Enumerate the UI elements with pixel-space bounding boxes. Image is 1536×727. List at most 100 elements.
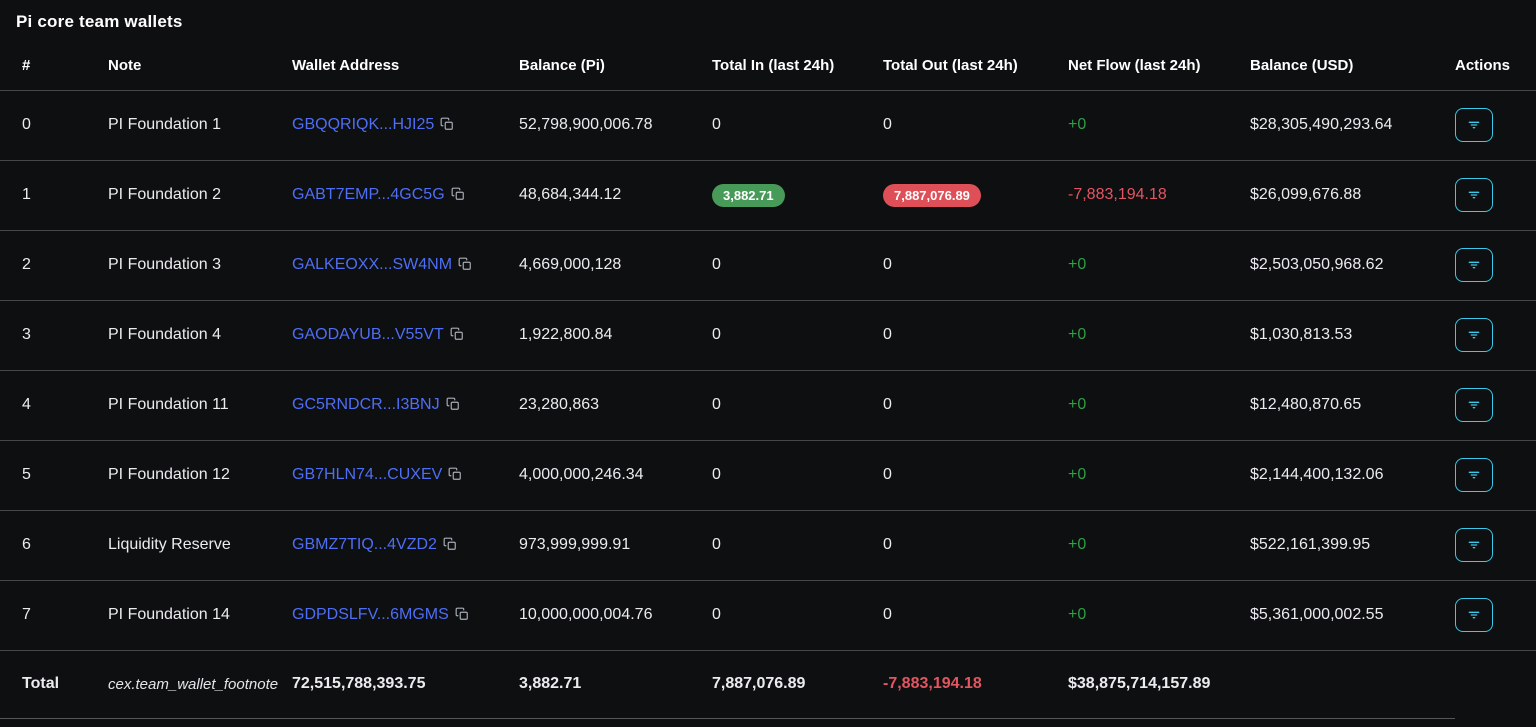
wallet-note: PI Foundation 12	[108, 440, 292, 510]
total-row: Total cex.team_wallet_footnote 72,515,78…	[0, 650, 1536, 718]
wallet-address-cell: GBQQRIQK...HJI25	[292, 90, 519, 160]
copy-icon[interactable]	[448, 467, 462, 481]
actions-cell	[1455, 90, 1536, 160]
balance-usd: $28,305,490,293.64	[1250, 90, 1455, 160]
copy-icon[interactable]	[440, 117, 454, 131]
copy-icon[interactable]	[458, 257, 472, 271]
table-row: 5PI Foundation 12GB7HLN74...CUXEV4,000,0…	[0, 440, 1536, 510]
total-out: 0	[883, 300, 1068, 370]
wallet-address-link[interactable]: GAODAYUB...V55VT	[292, 326, 444, 343]
net-flow: +0	[1068, 370, 1250, 440]
table-row: 2PI Foundation 3GALKEOXX...SW4NM4,669,00…	[0, 230, 1536, 300]
table-row: 7PI Foundation 14GDPDSLFV...6MGMS 10,000,…	[0, 580, 1536, 650]
copy-icon[interactable]	[443, 537, 457, 551]
balance-pi: 23,280,863	[519, 370, 712, 440]
copy-icon[interactable]	[446, 397, 460, 411]
total-in-sum: 3,882.71	[519, 650, 712, 718]
filter-icon	[1466, 607, 1482, 623]
wallet-actions-button[interactable]	[1455, 598, 1493, 632]
total-out: 0	[883, 230, 1068, 300]
balance-pi: 48,684,344.12	[519, 160, 712, 230]
col-header-total-out: Total Out (last 24h)	[883, 42, 1068, 90]
wallet-actions-button[interactable]	[1455, 388, 1493, 422]
wallet-actions-button[interactable]	[1455, 178, 1493, 212]
row-index: 4	[0, 370, 108, 440]
copy-icon[interactable]	[455, 607, 469, 621]
filter-icon	[1466, 187, 1482, 203]
col-header-address: Wallet Address	[292, 42, 519, 90]
balance-usd: $26,099,676.88	[1250, 160, 1455, 230]
wallets-table: # Note Wallet Address Balance (Pi) Total…	[0, 42, 1536, 719]
wallet-address-link[interactable]: GALKEOXX...SW4NM	[292, 256, 452, 273]
total-in: 0	[712, 90, 883, 160]
net-flow: +0	[1068, 230, 1250, 300]
total-out: 7,887,076.89	[883, 160, 1068, 230]
balance-usd: $2,144,400,132.06	[1250, 440, 1455, 510]
filter-icon	[1466, 537, 1482, 553]
net-flow: +0	[1068, 440, 1250, 510]
copy-icon[interactable]	[451, 187, 465, 201]
wallet-note: PI Foundation 2	[108, 160, 292, 230]
col-header-actions: Actions	[1455, 42, 1536, 90]
total-net-flow: -7,883,194.18	[883, 650, 1068, 718]
wallet-address-link[interactable]: GBQQRIQK...HJI25	[292, 116, 434, 133]
table-row: 3PI Foundation 4GAODAYUB...V55VT1,922,80…	[0, 300, 1536, 370]
net-flow: +0	[1068, 90, 1250, 160]
wallet-note: PI Foundation 14	[108, 580, 292, 650]
wallet-actions-button[interactable]	[1455, 248, 1493, 282]
table-header: # Note Wallet Address Balance (Pi) Total…	[0, 42, 1536, 90]
col-header-balance-pi: Balance (Pi)	[519, 42, 712, 90]
row-index: 0	[0, 90, 108, 160]
copy-icon[interactable]	[450, 327, 464, 341]
wallet-address-link[interactable]: GB7HLN74...CUXEV	[292, 466, 442, 483]
actions-cell	[1455, 440, 1536, 510]
wallet-actions-button[interactable]	[1455, 108, 1493, 142]
total-in: 3,882.71	[712, 160, 883, 230]
row-index: 6	[0, 510, 108, 580]
wallet-actions-button[interactable]	[1455, 528, 1493, 562]
total-footnote: cex.team_wallet_footnote	[108, 650, 292, 718]
total-out-sum: 7,887,076.89	[712, 650, 883, 718]
balance-pi: 10,000,000,004.76	[519, 580, 712, 650]
actions-cell	[1455, 510, 1536, 580]
total-in: 0	[712, 230, 883, 300]
row-index: 7	[0, 580, 108, 650]
wallet-actions-button[interactable]	[1455, 318, 1493, 352]
balance-usd: $522,161,399.95	[1250, 510, 1455, 580]
net-flow: +0	[1068, 300, 1250, 370]
total-in: 0	[712, 580, 883, 650]
wallet-address-cell: GALKEOXX...SW4NM	[292, 230, 519, 300]
wallet-note: Liquidity Reserve	[108, 510, 292, 580]
wallets-page: Pi core team wallets # Note Wallet Addre…	[0, 0, 1536, 719]
row-index: 1	[0, 160, 108, 230]
balance-pi: 4,669,000,128	[519, 230, 712, 300]
total-in-badge: 3,882.71	[712, 184, 785, 207]
total-out: 0	[883, 90, 1068, 160]
col-header-net-flow: Net Flow (last 24h)	[1068, 42, 1250, 90]
wallet-address-cell: GABT7EMP...4GC5G	[292, 160, 519, 230]
wallet-address-cell: GB7HLN74...CUXEV	[292, 440, 519, 510]
total-out-badge: 7,887,076.89	[883, 184, 981, 207]
wallet-note: PI Foundation 11	[108, 370, 292, 440]
total-out: 0	[883, 580, 1068, 650]
wallet-actions-button[interactable]	[1455, 458, 1493, 492]
row-index: 5	[0, 440, 108, 510]
table-row: 4PI Foundation 11GC5RNDCR...I3BNJ 23,280,…	[0, 370, 1536, 440]
net-flow: -7,883,194.18	[1068, 160, 1250, 230]
wallet-address-link[interactable]: GABT7EMP...4GC5G	[292, 186, 445, 203]
wallet-address-link[interactable]: GBMZ7TIQ...4VZD2	[292, 536, 437, 553]
total-in: 0	[712, 510, 883, 580]
balance-usd: $2,503,050,968.62	[1250, 230, 1455, 300]
balance-pi: 973,999,999.91	[519, 510, 712, 580]
total-balance-pi: 72,515,788,393.75	[292, 650, 519, 718]
wallet-address-link[interactable]: GC5RNDCR...I3BNJ	[292, 396, 440, 413]
wallet-address-link[interactable]: GDPDSLFV...6MGMS	[292, 606, 449, 623]
net-flow: +0	[1068, 580, 1250, 650]
total-out: 0	[883, 370, 1068, 440]
wallet-address-cell: GAODAYUB...V55VT	[292, 300, 519, 370]
table-row: 6Liquidity ReserveGBMZ7TIQ...4VZD2 973,99…	[0, 510, 1536, 580]
net-flow: +0	[1068, 510, 1250, 580]
actions-cell	[1455, 580, 1536, 650]
total-in: 0	[712, 370, 883, 440]
wallet-note: PI Foundation 3	[108, 230, 292, 300]
